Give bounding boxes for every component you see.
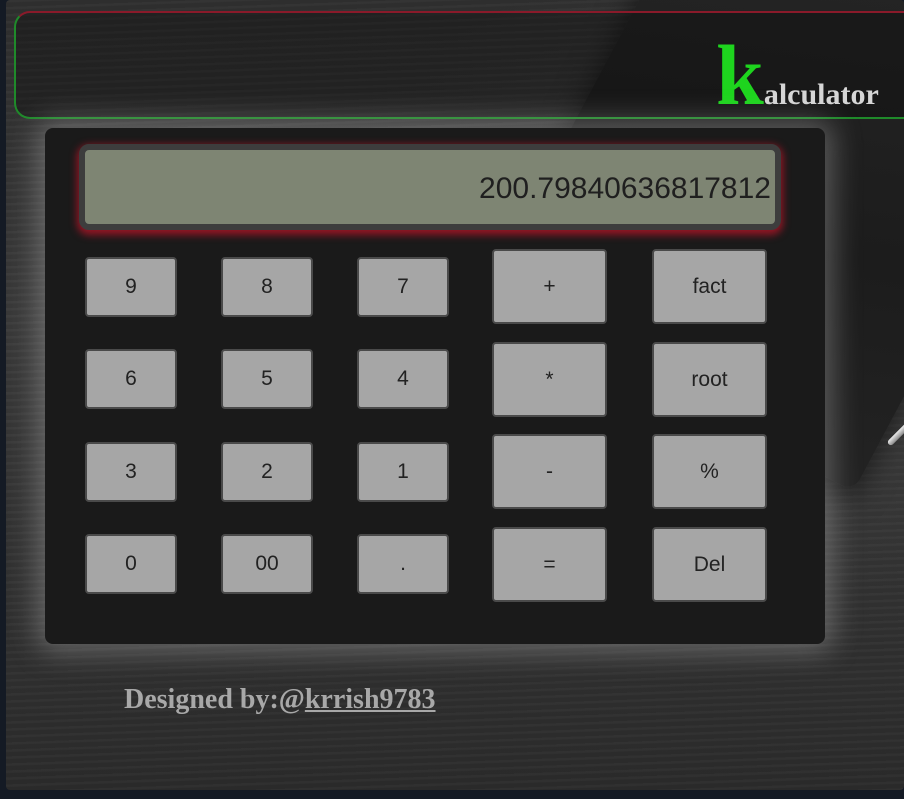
key-subtract[interactable]: - [492, 434, 607, 509]
app-header: kalculator [14, 11, 904, 119]
key-7[interactable]: 7 [357, 257, 449, 317]
key-decimal[interactable]: . [357, 534, 449, 594]
key-8[interactable]: 8 [221, 257, 313, 317]
key-1[interactable]: 1 [357, 442, 449, 502]
calculator-body: 200.79840636817812 9 8 7 + fact 6 5 4 * … [45, 128, 825, 644]
key-4[interactable]: 4 [357, 349, 449, 409]
key-2[interactable]: 2 [221, 442, 313, 502]
footer-prefix: Designed by:@ [124, 684, 305, 715]
author-link[interactable]: krrish9783 [305, 684, 436, 715]
key-add[interactable]: + [492, 249, 607, 324]
footer-credit: Designed by:@krrish9783 [124, 684, 436, 716]
key-3[interactable]: 3 [85, 442, 177, 502]
key-0[interactable]: 0 [85, 534, 177, 594]
key-factorial[interactable]: fact [652, 249, 767, 324]
logo-text: alculator [763, 78, 879, 111]
key-5[interactable]: 5 [221, 349, 313, 409]
key-6[interactable]: 6 [85, 349, 177, 409]
key-delete[interactable]: Del [652, 527, 767, 602]
calculator-display: 200.79840636817812 [79, 144, 781, 230]
app-logo: kalculator [716, 32, 879, 118]
key-root[interactable]: root [652, 342, 767, 417]
key-00[interactable]: 00 [221, 534, 313, 594]
display-value: 200.79840636817812 [479, 172, 771, 205]
key-multiply[interactable]: * [492, 342, 607, 417]
key-percent[interactable]: % [652, 434, 767, 509]
logo-initial: k [716, 27, 764, 123]
key-9[interactable]: 9 [85, 257, 177, 317]
key-equals[interactable]: = [492, 527, 607, 602]
